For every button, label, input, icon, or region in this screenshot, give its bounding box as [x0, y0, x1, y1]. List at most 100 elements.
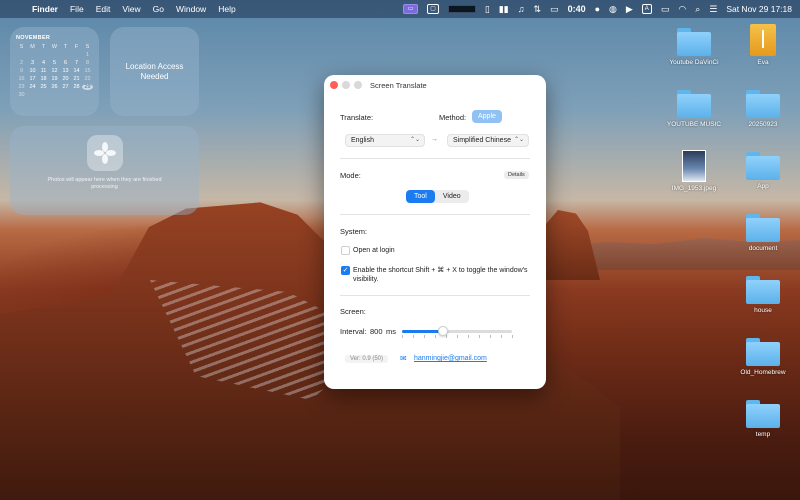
interval-slider-thumb[interactable]: [437, 326, 448, 336]
calendar-day: 16: [18, 76, 25, 82]
calendar-day: [38, 52, 49, 58]
source-language-select[interactable]: English ⌃⌄: [345, 134, 425, 147]
timer-readout[interactable]: 0:40: [568, 4, 586, 14]
folder-icon: [746, 214, 780, 242]
desktop-item-label: house: [754, 307, 772, 314]
desktop-item-document[interactable]: document: [733, 214, 793, 252]
calendar-weekday: M: [30, 44, 35, 50]
details-button[interactable]: Details: [504, 171, 529, 179]
folder-icon: [677, 90, 711, 118]
translate-label: Translate:: [340, 113, 374, 122]
mail-icon: ✉: [400, 354, 407, 363]
zoom-button[interactable]: [354, 81, 362, 89]
desktop-item-label: Eva: [757, 59, 769, 66]
wechat-icon[interactable]: ●: [595, 4, 600, 14]
email-link[interactable]: hanmingjie@gmail.com: [414, 355, 487, 362]
desktop-item-label: IMG_1953.jpeg: [671, 185, 717, 192]
menu-file[interactable]: File: [70, 4, 84, 14]
folder-icon: [746, 276, 780, 304]
timer-icon[interactable]: ▭: [550, 4, 559, 15]
wallpaper-butte: [540, 210, 600, 280]
calendar-day: [60, 92, 71, 98]
chat-icon[interactable]: ◍: [609, 4, 617, 15]
calendar-weekday: S: [85, 44, 90, 50]
shortcut-checkbox[interactable]: ✓: [341, 266, 350, 275]
window-status-icon[interactable]: ▢: [427, 4, 439, 14]
divider: [340, 214, 530, 215]
desktop-item-house[interactable]: house: [733, 276, 793, 314]
desktop-item-old-homebrew[interactable]: Old_Homebrew: [733, 338, 793, 376]
slider-tick: [446, 335, 447, 338]
document-icon: [750, 24, 776, 56]
close-button[interactable]: [330, 81, 338, 89]
battery-icon[interactable]: ▭: [661, 4, 670, 15]
desktop-item-img-1953[interactable]: IMG_1953.jpeg: [664, 150, 724, 192]
calendar-day: [82, 92, 93, 98]
keyboard-icon[interactable]: ▮▮: [499, 4, 509, 15]
window-titlebar[interactable]: Screen Translate: [324, 75, 546, 95]
divider: [340, 158, 530, 159]
desktop-item-app[interactable]: App: [733, 152, 793, 190]
slider-tick: [413, 335, 414, 338]
wifi-icon[interactable]: ◠: [678, 4, 686, 15]
calendar-day: 8: [85, 60, 90, 66]
calendar-weekday: W: [51, 44, 58, 50]
calendar-day: 15: [84, 68, 91, 74]
desktop-item-label: App: [757, 183, 769, 190]
desktop-item-eva[interactable]: Eva: [733, 24, 793, 66]
weather-location-widget[interactable]: Location Access Needed: [110, 27, 199, 116]
menu-edit[interactable]: Edit: [96, 4, 111, 14]
calendar-grid: S M T W T F S 1 2 3 4 5 6 7 8 9 10 11 12 13 14 15 16 17 18 19 20 21…: [16, 44, 93, 98]
folder-icon: [746, 338, 780, 366]
calendar-day: 12: [51, 68, 58, 74]
menu-window[interactable]: Window: [176, 4, 206, 14]
minimize-button[interactable]: [342, 81, 350, 89]
network-stats-icon[interactable]: ⇅: [534, 4, 542, 15]
menu-app-name[interactable]: Finder: [32, 4, 58, 14]
calendar-day: [71, 92, 82, 98]
target-language-select[interactable]: Simplified Chinese ⌃⌄: [447, 134, 529, 147]
photos-widget[interactable]: Photos will appear here when they are fi…: [10, 126, 199, 215]
calendar-day: 9: [19, 68, 24, 74]
calendar-widget[interactable]: NOVEMBER S M T W T F S 1 2 3 4 5 6 7 8 9 10 11 12 13 14 15 16 1…: [10, 27, 99, 116]
calendar-day: 22: [84, 76, 91, 82]
system-label: System:: [340, 227, 368, 236]
photos-placeholder-text: Photos will appear here when they are fi…: [47, 176, 162, 190]
folder-icon: [677, 28, 711, 56]
open-at-login-checkbox[interactable]: [341, 246, 350, 255]
calendar-day: 26: [51, 84, 58, 90]
calendar-month: NOVEMBER: [16, 35, 51, 41]
calendar-day: [71, 52, 82, 58]
calendar-day: [27, 92, 38, 98]
desktop-item-youtube-davinci[interactable]: Youtube DaVinCi: [664, 28, 724, 66]
control-center-icon[interactable]: ☰: [709, 4, 717, 15]
battery-device-icon[interactable]: ▯: [485, 4, 490, 15]
desktop-item-label: document: [748, 245, 778, 252]
slider-tick: [457, 335, 458, 338]
desktop-item-20250923[interactable]: 20250923: [733, 90, 793, 128]
photos-icon: [86, 134, 123, 171]
search-icon[interactable]: ⌕: [695, 4, 700, 15]
desktop-item-temp[interactable]: temp: [733, 400, 793, 438]
method-label: Method:: [439, 113, 467, 122]
chevron-updown-icon: ⌃⌄: [513, 137, 524, 143]
screen-translate-status-icon[interactable]: ▭: [403, 4, 419, 14]
music-note-icon[interactable]: ♫: [518, 4, 525, 14]
play-icon[interactable]: ▶: [626, 4, 633, 15]
desktop-item-label: temp: [755, 431, 771, 438]
interval-slider-fill: [402, 330, 443, 333]
menu-datetime[interactable]: Sat Nov 29 17:18: [726, 4, 792, 14]
mode-tool-tab[interactable]: Tool: [406, 190, 435, 203]
menu-view[interactable]: View: [122, 4, 140, 14]
desktop-item-youtube-music[interactable]: YOUTUBE MUSIC: [664, 90, 724, 128]
screen-label: Screen:: [340, 307, 366, 316]
mode-video-tab[interactable]: Video: [435, 190, 469, 203]
screen-translate-window: Screen Translate Translate: Method: Appl…: [324, 75, 546, 389]
method-apple-button[interactable]: Apple: [472, 110, 502, 123]
activity-graph-icon[interactable]: [447, 5, 476, 13]
menu-help[interactable]: Help: [218, 4, 235, 14]
calendar-today: 29: [82, 84, 93, 90]
menu-go[interactable]: Go: [153, 4, 164, 14]
input-source-icon[interactable]: A: [641, 4, 652, 14]
calendar-day: [16, 52, 27, 58]
